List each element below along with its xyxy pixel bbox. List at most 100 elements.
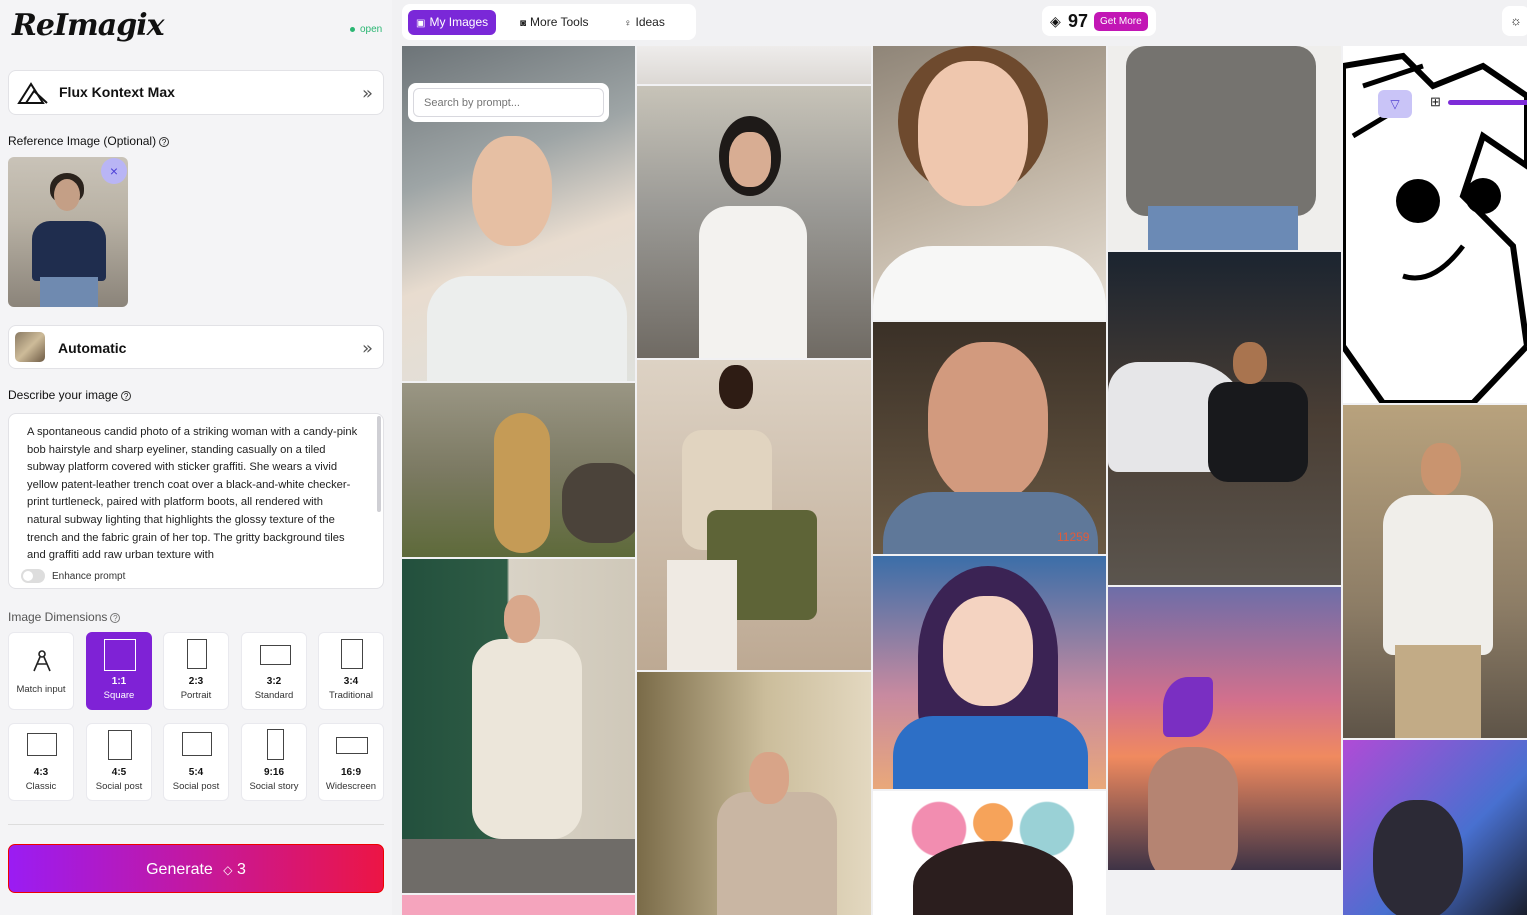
portrait-shirt [1126, 46, 1316, 216]
dimension-3-4[interactable]: 3:4 Traditional [318, 632, 384, 710]
get-more-button[interactable]: Get More [1094, 12, 1148, 31]
dimension-4-5[interactable]: 4:5 Social post [86, 723, 152, 801]
tab-my-images[interactable]: ▣ My Images [408, 10, 497, 35]
ground [402, 839, 635, 893]
chevron-right-double-icon: » [361, 83, 373, 104]
dimension-2-3[interactable]: 2:3 Portrait [163, 632, 229, 710]
portrait-dress [699, 206, 807, 358]
generate-button[interactable]: Generate ◇ 3 [8, 844, 384, 893]
gallery-image[interactable] [1108, 252, 1341, 585]
rock [562, 463, 635, 543]
ref-figure-face [54, 179, 80, 211]
gallery-image[interactable] [873, 322, 1106, 554]
dimension-ratio: 4:3 [33, 767, 49, 778]
dimension-5-4[interactable]: 5:4 Social post [163, 723, 229, 801]
filter-icon[interactable]: ▽ [1378, 90, 1412, 118]
portrait-shirt [883, 492, 1098, 554]
figure-head [719, 365, 753, 409]
gem-icon: ◈ [1050, 13, 1061, 29]
prompt-scrollbar[interactable] [377, 416, 381, 512]
gallery-image[interactable] [1108, 587, 1341, 870]
dimension-name: Social story [249, 781, 299, 792]
figure-head [504, 595, 540, 643]
enhance-prompt-label: Enhance prompt [52, 571, 126, 582]
dimension-name: Widescreen [325, 781, 377, 792]
dimension-1-1[interactable]: 1:1 Square [86, 632, 152, 710]
help-circle-icon[interactable]: ? [110, 612, 121, 623]
anime-jacket [893, 716, 1088, 789]
dimension-9-16[interactable]: 9:16 Social story [241, 723, 307, 801]
figure-head [1421, 443, 1461, 495]
figure-shirt [1383, 495, 1493, 655]
gallery-image[interactable] [873, 556, 1106, 789]
describe-label-text: Describe your image [8, 388, 119, 402]
dimension-3-2[interactable]: 3:2 Standard [241, 632, 307, 710]
credits-count: 97 [1068, 11, 1089, 31]
dimension-ratio: 1:1 [111, 676, 127, 687]
gallery-image[interactable] [1343, 405, 1527, 738]
dimension-4-3[interactable]: 4:3 Classic [8, 723, 74, 801]
ref-figure-jeans [40, 277, 98, 307]
figure-pants [1395, 645, 1481, 738]
image-tag-number: 11259 [1057, 530, 1090, 544]
dimension-ratio: 16:9 [340, 767, 361, 778]
remove-reference-button[interactable]: × [101, 158, 127, 184]
dimension-ratio: 3:2 [266, 676, 282, 687]
generate-cost: 3 [236, 861, 246, 878]
dimension-match-input[interactable]: Match input [8, 632, 74, 710]
grid-size-slider[interactable] [1448, 100, 1527, 105]
prompt-textarea[interactable]: A spontaneous candid photo of a striking… [8, 413, 384, 589]
figure-jacket [1208, 382, 1308, 482]
gallery-image[interactable] [402, 383, 635, 557]
figure-head [1233, 342, 1267, 384]
dimension-16-9[interactable]: 16:9 Widescreen [318, 723, 384, 801]
help-circle-icon[interactable]: ? [159, 136, 170, 147]
grid-icon[interactable]: ⊞ [1430, 94, 1441, 110]
reference-label: Reference Image (Optional)? [8, 134, 170, 148]
triangle-logo-icon [17, 82, 48, 104]
aspect-landscape-icon [27, 733, 57, 756]
figure-head [1373, 800, 1463, 915]
portrait-face [729, 132, 771, 187]
sun-icon[interactable]: ☼ [1502, 6, 1527, 36]
model-selector[interactable]: Flux Kontext Max » [8, 70, 384, 115]
white-block [667, 560, 737, 670]
dimensions-label: Image Dimensions? [8, 610, 121, 624]
gallery-image[interactable] [637, 360, 871, 670]
gem-icon: ◇ [223, 863, 233, 877]
sidebar: ReImagix open Flux Kontext Max » Referen… [0, 0, 392, 915]
figure-shirt [717, 792, 837, 915]
chevron-right-double-icon: » [361, 338, 373, 359]
tab-ideas[interactable]: ♀ Ideas [616, 10, 673, 35]
gallery-image[interactable] [1343, 740, 1527, 915]
gallery-image[interactable] [1108, 46, 1341, 250]
gallery-image[interactable] [637, 86, 871, 358]
aspect-landscape-icon [182, 732, 212, 756]
search-input[interactable] [413, 88, 604, 117]
status-indicator: open [350, 24, 382, 35]
help-circle-icon[interactable]: ? [121, 390, 132, 401]
gallery-image[interactable] [637, 672, 871, 915]
dimension-ratio: 4:5 [111, 767, 127, 778]
dimension-name: Portrait [180, 690, 212, 701]
gallery-image[interactable] [637, 46, 871, 84]
style-thumbnail [15, 332, 45, 362]
compass-icon [33, 650, 51, 672]
credits-panel: ◈ 97 Get More [1042, 6, 1156, 36]
style-selector[interactable]: Automatic » [8, 325, 384, 369]
model-name: Flux Kontext Max [59, 84, 175, 100]
dimension-name: Match input [16, 684, 66, 695]
gallery-image[interactable] [873, 46, 1106, 320]
prompt-text[interactable]: A spontaneous candid photo of a striking… [27, 424, 359, 568]
dimension-ratio: 9:16 [263, 767, 284, 778]
enhance-prompt-toggle[interactable] [21, 569, 45, 583]
gallery-image[interactable] [402, 895, 635, 915]
gallery-image[interactable] [402, 559, 635, 893]
aspect-widescreen-icon [336, 737, 368, 754]
dimension-name: Classic [25, 781, 57, 792]
tab-more-tools[interactable]: ◙ More Tools [512, 10, 597, 35]
reference-label-text: Reference Image (Optional) [8, 134, 157, 148]
dimension-name: Square [103, 690, 135, 701]
app-logo[interactable]: ReImagix [12, 8, 164, 43]
gallery-image[interactable] [873, 791, 1106, 915]
